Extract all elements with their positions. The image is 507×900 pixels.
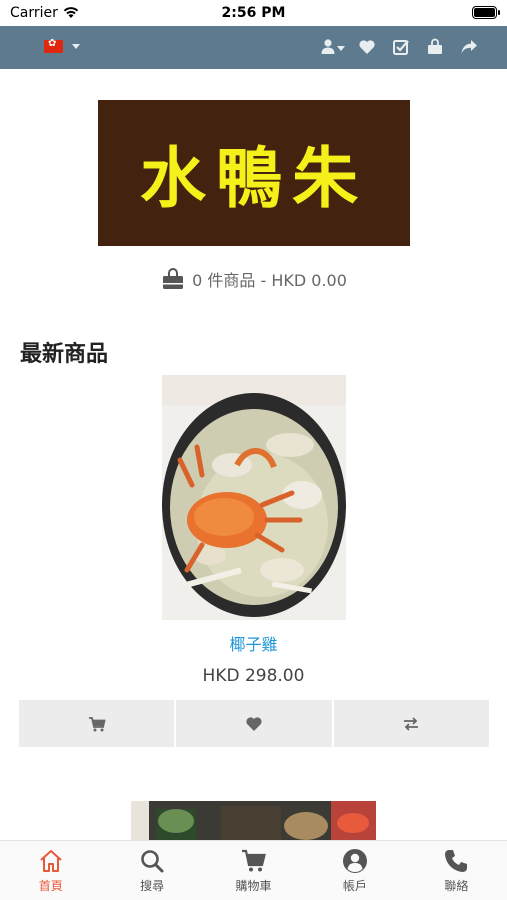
checklist-icon[interactable] <box>391 37 411 57</box>
nav-search[interactable]: 搜尋 <box>101 841 202 900</box>
status-time: 2:56 PM <box>221 5 286 21</box>
cart-icon <box>241 849 266 872</box>
add-to-wishlist-button[interactable] <box>176 700 334 747</box>
shopping-bag-icon[interactable] <box>425 37 445 57</box>
nav-label-search: 搜尋 <box>140 879 165 893</box>
cart-summary-text: 0 件商品 - HKD 0.00 <box>192 271 347 290</box>
product-price: HKD 298.00 <box>202 666 305 686</box>
nav-label-home: 首頁 <box>38 879 63 893</box>
compare-button[interactable] <box>333 700 489 747</box>
bottom-navigation: 首頁 搜尋 購物車 帳戶 聯絡 <box>0 840 507 900</box>
shopping-bag-icon <box>163 268 184 289</box>
nav-label-contact: 聯絡 <box>444 879 469 893</box>
store-logo-text: 水鴨朱 <box>140 139 368 217</box>
user-dropdown-caret-icon <box>337 46 345 51</box>
next-product-photo <box>131 801 376 841</box>
wishlist-heart-icon <box>246 716 262 731</box>
heart-icon-glyph <box>359 40 375 54</box>
phone-icon <box>445 850 468 872</box>
status-bar: Carrier 2:56 PM <box>0 0 507 26</box>
cart-summary[interactable]: 0 件商品 - HKD 0.00 <box>0 266 507 292</box>
nav-label-cart: 購物車 <box>235 879 272 893</box>
shopping-bag-icon-glyph <box>428 38 442 54</box>
nav-cart[interactable]: 購物車 <box>203 841 304 900</box>
top-toolbar <box>0 26 507 69</box>
home-icon <box>40 850 62 872</box>
nav-home[interactable]: 首頁 <box>0 841 101 900</box>
product-action-row <box>19 700 489 747</box>
user-icon[interactable] <box>313 37 345 57</box>
product-image[interactable] <box>162 375 346 620</box>
hong-kong-flag-icon[interactable] <box>44 38 63 53</box>
store-logo[interactable]: 水鴨朱 <box>98 100 410 246</box>
user-icon-glyph <box>321 39 335 54</box>
compare-icon <box>404 716 419 731</box>
checklist-icon-glyph <box>393 40 409 55</box>
battery-icon <box>472 6 500 19</box>
section-title: 最新商品 <box>20 342 109 367</box>
nav-label-account: 帳戶 <box>342 879 367 893</box>
language-dropdown-caret-icon[interactable] <box>72 44 80 49</box>
coconut-chicken-photo <box>162 375 346 620</box>
add-to-cart-button[interactable] <box>19 700 177 747</box>
next-product-image[interactable] <box>131 801 376 841</box>
nav-account[interactable]: 帳戶 <box>304 841 405 900</box>
product-name-link[interactable]: 椰子雞 <box>0 631 507 655</box>
add-to-cart-icon <box>88 716 106 731</box>
share-icon-glyph <box>461 40 477 54</box>
nav-contact[interactable]: 聯絡 <box>406 841 507 900</box>
share-icon[interactable] <box>459 37 479 57</box>
search-icon <box>141 850 164 873</box>
heart-icon[interactable] <box>357 37 377 57</box>
account-icon <box>342 849 367 873</box>
